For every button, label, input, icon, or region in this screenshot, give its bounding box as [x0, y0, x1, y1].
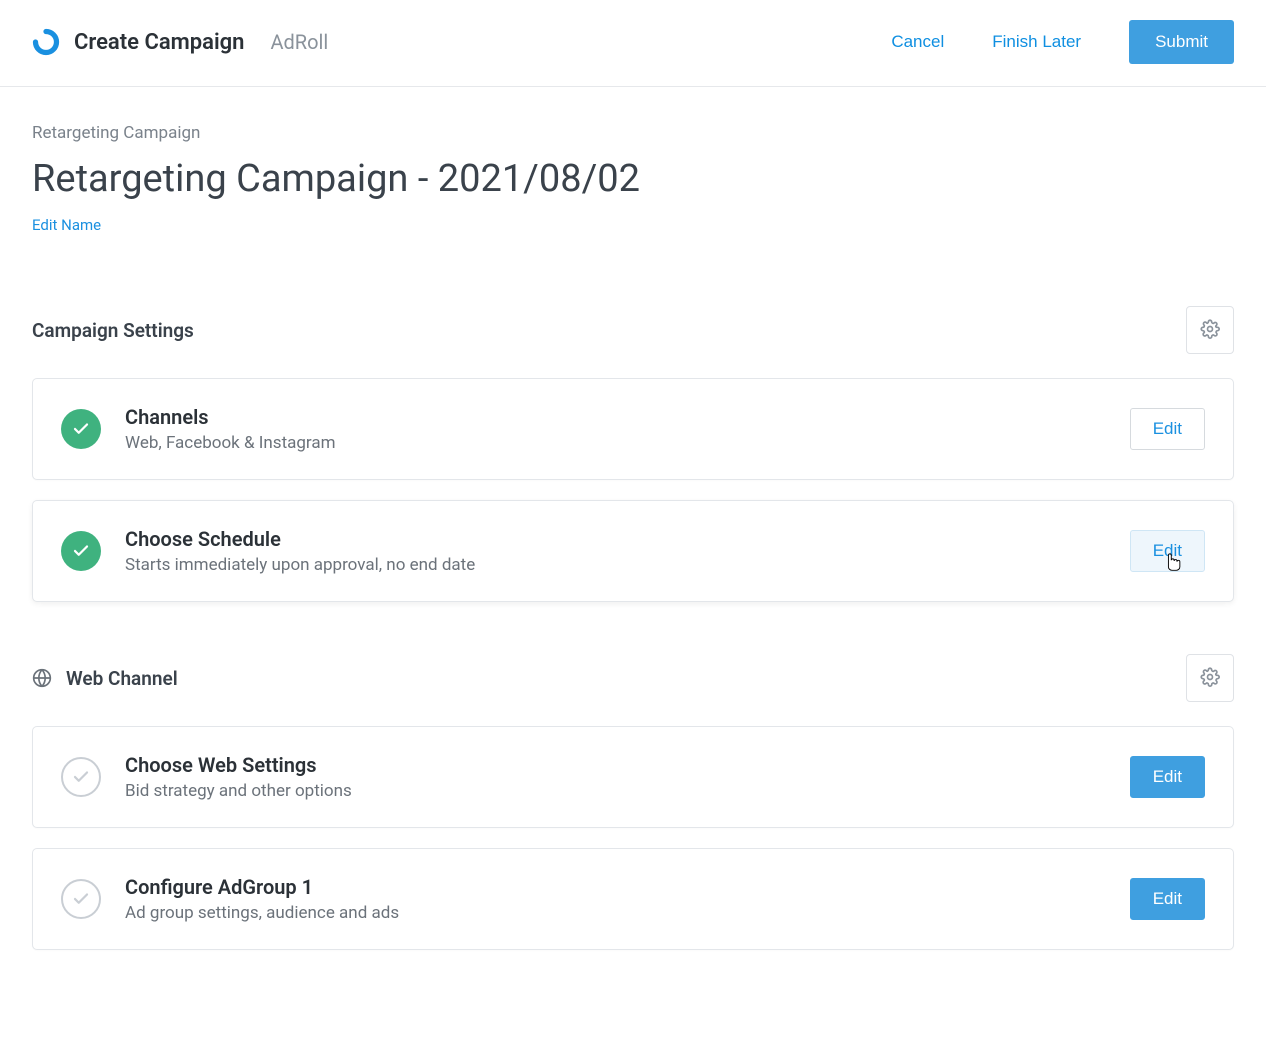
adroll-logo-icon	[32, 28, 60, 56]
page-title: Retargeting Campaign - 2021/08/02	[32, 157, 1234, 201]
checkmark-outline-icon	[61, 879, 101, 919]
section-header: Campaign Settings	[32, 306, 1234, 354]
section-title: Campaign Settings	[32, 319, 194, 342]
header-title: Create Campaign	[74, 30, 244, 55]
globe-icon	[32, 668, 52, 688]
card-title: Choose Web Settings	[125, 753, 1106, 777]
checkmark-outline-icon	[61, 757, 101, 797]
card-desc: Ad group settings, audience and ads	[125, 903, 1106, 923]
edit-button[interactable]: Edit	[1130, 878, 1205, 920]
checkmark-icon	[61, 409, 101, 449]
header-bar: Create Campaign AdRoll Cancel Finish Lat…	[0, 0, 1266, 87]
settings-gear-button[interactable]	[1186, 306, 1234, 354]
section-title: Web Channel	[66, 667, 178, 690]
gear-icon	[1200, 667, 1220, 690]
gear-icon	[1200, 319, 1220, 342]
edit-button[interactable]: Edit	[1130, 530, 1205, 572]
card-desc: Web, Facebook & Instagram	[125, 433, 1106, 453]
cancel-button[interactable]: Cancel	[891, 32, 944, 52]
edit-name-link[interactable]: Edit Name	[32, 216, 101, 234]
breadcrumb: Retargeting Campaign	[32, 123, 1234, 143]
card-web-settings: Choose Web Settings Bid strategy and oth…	[32, 726, 1234, 828]
card-desc: Bid strategy and other options	[125, 781, 1106, 801]
finish-later-button[interactable]: Finish Later	[992, 32, 1081, 52]
section-header: Web Channel	[32, 654, 1234, 702]
header-actions: Cancel Finish Later Submit	[891, 20, 1234, 64]
card-configure-adgroup-1: Configure AdGroup 1 Ad group settings, a…	[32, 848, 1234, 950]
header-brand: AdRoll	[270, 30, 328, 54]
header-left: Create Campaign AdRoll	[32, 28, 328, 56]
edit-button[interactable]: Edit	[1130, 756, 1205, 798]
card-title: Channels	[125, 405, 1106, 429]
submit-button[interactable]: Submit	[1129, 20, 1234, 64]
card-title: Configure AdGroup 1	[125, 875, 1106, 899]
card-desc: Starts immediately upon approval, no end…	[125, 555, 1106, 575]
card-channels: Channels Web, Facebook & Instagram Edit	[32, 378, 1234, 480]
edit-button[interactable]: Edit	[1130, 408, 1205, 450]
checkmark-icon	[61, 531, 101, 571]
settings-gear-button[interactable]	[1186, 654, 1234, 702]
card-choose-schedule: Choose Schedule Starts immediately upon …	[32, 500, 1234, 602]
page-body: Retargeting Campaign Retargeting Campaig…	[0, 87, 1266, 1006]
section-web-channel: Web Channel Choose Web Settings Bid stra…	[32, 654, 1234, 950]
card-title: Choose Schedule	[125, 527, 1106, 551]
section-campaign-settings: Campaign Settings Channels Web, Facebook…	[32, 306, 1234, 602]
